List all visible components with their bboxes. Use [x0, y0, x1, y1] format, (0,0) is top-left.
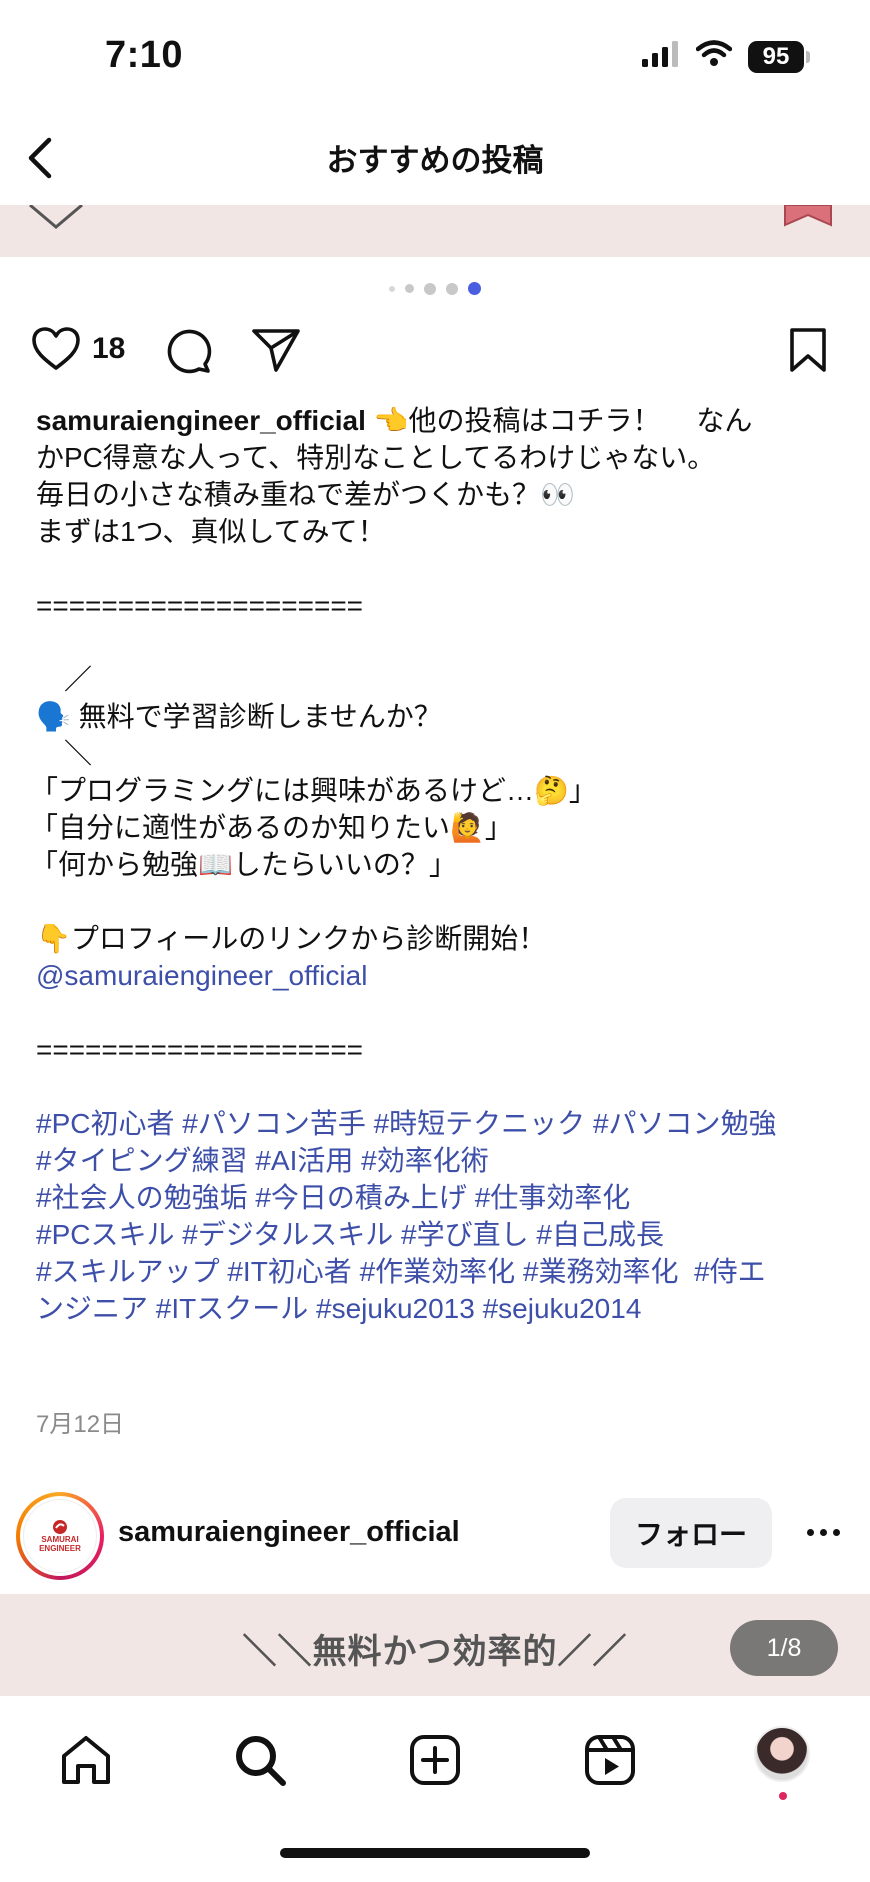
hashtag-line[interactable]: #社会人の勉強垢 #今日の積み上げ #仕事効率化 — [36, 1179, 836, 1216]
next-post-header: SAMURAI ENGINEER samuraiengineer_officia… — [0, 1488, 870, 1588]
status-bar: 7:10 95 — [0, 0, 870, 110]
logo-text: SAMURAI ENGINEER — [39, 1535, 81, 1553]
battery-icon: 95 — [748, 40, 810, 73]
more-options-button[interactable] — [800, 1510, 846, 1554]
post-username[interactable]: samuraiengineer_official — [118, 1516, 460, 1549]
status-icons: 95 — [642, 40, 810, 73]
home-icon — [62, 1736, 110, 1784]
wifi-icon — [695, 40, 733, 73]
next-post-image[interactable]: ＼＼無料かつ効率的／／ 1/8 — [0, 1594, 870, 1696]
nav-search[interactable] — [230, 1730, 290, 1790]
avatar[interactable]: SAMURAI ENGINEER — [16, 1492, 104, 1580]
more-dot — [832, 1528, 840, 1536]
hashtag-line[interactable]: #スキルアップ #IT初心者 #作業効率化 #業務効率化 #侍エ — [36, 1253, 836, 1290]
post-image-graphic — [29, 205, 832, 229]
more-dot — [819, 1528, 827, 1536]
heart-icon — [32, 327, 80, 370]
caption-mention-link[interactable]: @samuraiengineer_official — [36, 957, 836, 994]
back-button[interactable] — [16, 134, 64, 182]
send-icon — [252, 329, 300, 372]
page-counter: 1/8 — [730, 1620, 838, 1676]
carousel-dot — [389, 285, 395, 292]
caption-text: 👈他の投稿はコチラ！ なん — [365, 405, 753, 436]
add-post-icon — [410, 1735, 460, 1785]
like-button[interactable]: 18 — [30, 326, 125, 372]
caption-line: ／ — [36, 664, 93, 695]
caption-line: 👇プロフィールのリンクから診断開始！ — [36, 923, 547, 954]
caption-line: 毎日の小さな積み重ねで差がつくかも？👀 — [36, 479, 575, 510]
hashtag-line[interactable]: ンジニア #ITスクール #sejuku2013 #sejuku2014 — [36, 1290, 836, 1327]
page-title: おすすめの投稿 — [326, 143, 544, 178]
follow-button[interactable]: フォロー — [610, 1498, 772, 1568]
caption-line: 🗣️ 無料で学習診断しませんか？ — [36, 701, 442, 732]
caption-line: samuraiengineer_official 👈他の投稿はコチラ！ なん — [36, 402, 836, 439]
carousel-dot — [446, 282, 458, 295]
hashtag-line[interactable]: #タイピング練習 #AI活用 #効率化術 — [36, 1142, 836, 1179]
carousel-dot-active — [468, 282, 481, 295]
save-button[interactable] — [786, 326, 830, 374]
caption-divider: ==================== — [36, 1034, 364, 1065]
caption-line: かPC得意な人って、特別なことしてるわけじゃない。 — [36, 442, 716, 473]
nav-create[interactable] — [405, 1730, 465, 1790]
caption-divider: ==================== — [36, 590, 364, 621]
header: おすすめの投稿 — [0, 110, 870, 205]
carousel-dot — [424, 282, 436, 295]
notification-dot — [779, 1792, 787, 1800]
carousel-indicator — [0, 282, 870, 295]
hashtag-line[interactable]: #PC初心者 #パソコン苦手 #時短テクニック #パソコン勉強 — [36, 1105, 836, 1142]
more-dot — [806, 1528, 814, 1536]
search-icon — [236, 1736, 286, 1786]
post-actions: 18 — [0, 318, 870, 382]
share-button[interactable] — [250, 326, 302, 374]
samurai-engineer-logo: SAMURAI ENGINEER — [23, 1499, 97, 1573]
logo-mark-icon — [53, 1520, 67, 1534]
caption-line: まずは1つ、真似してみて！ — [36, 516, 386, 547]
like-count[interactable]: 18 — [92, 332, 125, 366]
post-date: 7月12日 — [36, 1411, 125, 1438]
signal-icon — [642, 41, 680, 72]
carousel-dot — [405, 284, 414, 293]
battery-level: 95 — [748, 40, 804, 73]
post-image[interactable] — [0, 205, 870, 257]
home-indicator[interactable] — [280, 1848, 590, 1858]
caption-line: ＼ — [36, 738, 93, 769]
caption-line: 「自分に適性があるのか知りたい🙋」 — [30, 812, 513, 843]
nav-reels[interactable] — [580, 1730, 640, 1790]
caption-line: 「何から勉強📖したらいいの？」 — [30, 849, 457, 880]
caption-line: 「プログラミングには興味があるけど…🤔」 — [30, 775, 597, 806]
comment-icon — [167, 329, 212, 374]
hashtag-line[interactable]: #PCスキル #デジタルスキル #学び直し #自己成長 — [36, 1216, 836, 1253]
caption-username[interactable]: samuraiengineer_official — [36, 405, 366, 436]
nav-profile-avatar[interactable] — [754, 1726, 810, 1782]
comment-button[interactable] — [162, 326, 212, 374]
nav-home[interactable] — [56, 1730, 116, 1790]
chevron-left-icon — [28, 137, 52, 179]
bookmark-icon — [790, 328, 826, 372]
status-time: 7:10 — [105, 34, 184, 76]
reels-icon — [585, 1735, 635, 1785]
post-caption: samuraiengineer_official 👈他の投稿はコチラ！ なん か… — [30, 402, 836, 1327]
